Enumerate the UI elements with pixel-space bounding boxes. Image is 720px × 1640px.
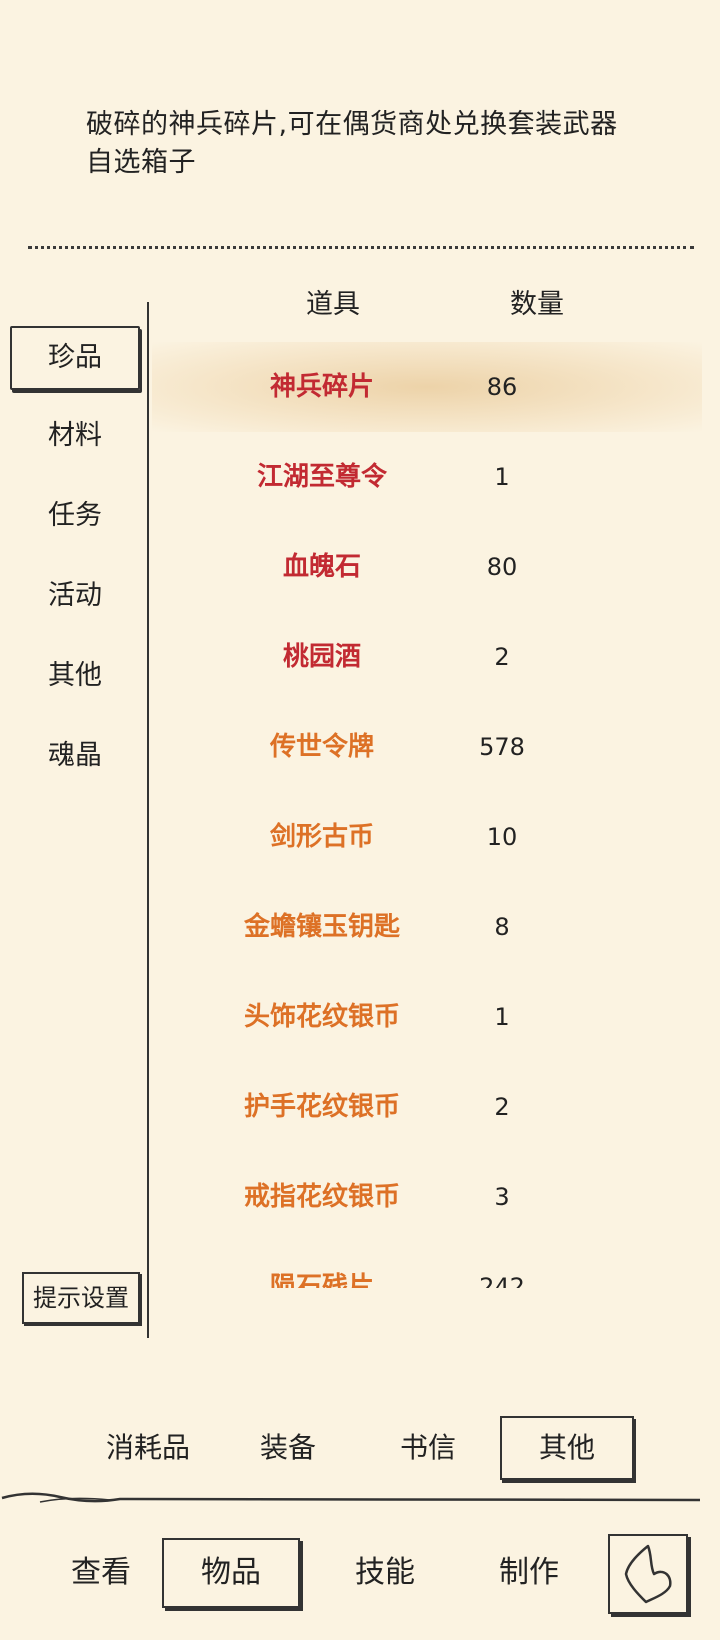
category-sidebar: 珍品 材料 任务 活动 其他 魂晶 [0, 300, 150, 1340]
item-quantity: 86 [486, 373, 518, 401]
item-quantity: 10 [486, 823, 518, 851]
item-row[interactable]: 剑形古币 10 [152, 792, 702, 882]
item-quantity: 2 [494, 643, 510, 671]
item-row[interactable]: 头饰花纹银币 1 [152, 972, 702, 1062]
subtab-letters[interactable]: 书信 [386, 1416, 470, 1480]
item-row[interactable]: 桃园酒 2 [152, 612, 702, 702]
item-row[interactable]: 神兵碎片 86 [152, 342, 702, 432]
subtab-consumables[interactable]: 消耗品 [96, 1416, 200, 1480]
back-button[interactable] [608, 1534, 688, 1614]
item-row[interactable]: 血魄石 80 [152, 522, 702, 612]
item-list[interactable]: 神兵碎片 86 江湖至尊令 1 血魄石 80 桃园酒 2 传世令牌 578 剑形… [152, 342, 712, 1288]
nav-tab-view[interactable]: 查看 [46, 1538, 156, 1608]
item-name: 头饰花纹银币 [243, 1002, 400, 1032]
nav-tab-craft[interactable]: 制作 [474, 1538, 584, 1608]
item-quantity: 3 [494, 1183, 510, 1211]
hint-settings-button[interactable]: 提示设置 [22, 1272, 140, 1324]
item-description: 破碎的神兵碎片,可在偶货商处兑换套装武器自选箱子 [86, 109, 618, 178]
item-name: 戒指花纹银币 [243, 1182, 400, 1212]
item-name: 护手花纹银币 [243, 1092, 400, 1122]
item-quantity: 1 [494, 1003, 510, 1031]
item-row[interactable]: 传世令牌 578 [152, 702, 702, 792]
item-row[interactable]: 金蟾镶玉钥匙 8 [152, 882, 702, 972]
sidebar-divider [147, 302, 149, 1338]
item-quantity: 8 [494, 913, 510, 941]
category-soul-crystal[interactable]: 魂晶 [10, 724, 140, 788]
item-quantity: 2 [494, 1093, 510, 1121]
nav-tab-items[interactable]: 物品 [162, 1538, 300, 1608]
item-row[interactable]: 陨石残片 242 [152, 1242, 702, 1288]
subtab-equipment[interactable]: 装备 [246, 1416, 330, 1480]
item-quantity: 80 [486, 553, 518, 581]
item-row[interactable]: 护手花纹银币 2 [152, 1062, 702, 1152]
category-materials[interactable]: 材料 [10, 404, 140, 468]
item-name: 剑形古币 [269, 822, 374, 852]
item-name: 桃园酒 [282, 642, 361, 672]
nav-tab-skills[interactable]: 技能 [330, 1538, 440, 1608]
item-name: 神兵碎片 [269, 372, 374, 402]
item-name: 陨石残片 [269, 1272, 374, 1288]
item-quantity: 578 [479, 733, 525, 761]
item-row[interactable]: 江湖至尊令 1 [152, 432, 702, 522]
item-name: 血魄石 [282, 552, 361, 582]
brush-divider [1, 1492, 701, 1503]
column-header-quantity: 数量 [510, 289, 564, 320]
item-row[interactable]: 戒指花纹银币 3 [152, 1152, 702, 1242]
subtab-other[interactable]: 其他 [500, 1416, 634, 1480]
category-quests[interactable]: 任务 [10, 484, 140, 548]
item-name: 江湖至尊令 [256, 462, 387, 492]
item-name: 金蟾镶玉钥匙 [243, 912, 400, 942]
category-rare[interactable]: 珍品 [10, 326, 140, 390]
back-arrow-icon [624, 1544, 672, 1604]
column-header-item: 道具 [306, 289, 360, 320]
dotted-divider [28, 246, 694, 249]
item-quantity: 242 [479, 1273, 525, 1288]
category-events[interactable]: 活动 [10, 564, 140, 628]
item-quantity: 1 [494, 463, 510, 491]
category-other[interactable]: 其他 [10, 644, 140, 708]
item-name: 传世令牌 [269, 732, 374, 762]
